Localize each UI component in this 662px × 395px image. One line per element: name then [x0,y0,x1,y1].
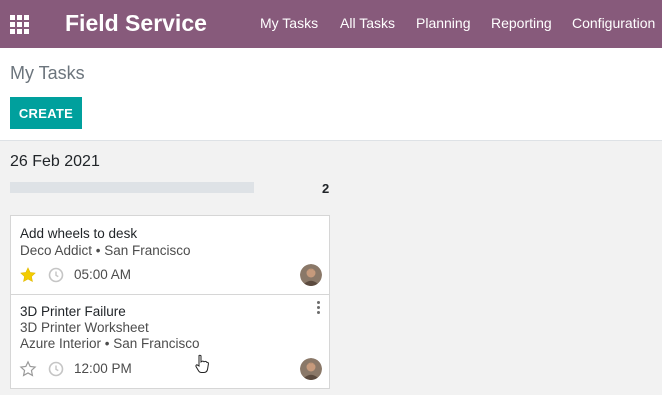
control-panel: My Tasks CREATE [0,48,662,141]
apps-grid-icon[interactable] [10,15,29,34]
star-filled-icon[interactable] [19,266,37,284]
card-menu-dots-icon[interactable] [316,301,322,315]
menu-my-tasks[interactable]: My Tasks [260,15,318,31]
star-outline-icon[interactable] [19,360,37,378]
menu-configuration[interactable]: Configuration [572,15,655,31]
column-title[interactable]: 26 Feb 2021 [10,153,100,171]
menu-all-tasks[interactable]: All Tasks [340,15,395,31]
task-customer: Deco Addict • San Francisco [20,243,191,258]
task-title: 3D Printer Failure [20,304,126,319]
clock-icon [48,361,64,377]
task-card[interactable]: 3D Printer Failure 3D Printer Worksheet … [10,294,330,389]
clock-icon [48,267,64,283]
task-customer: Azure Interior • San Francisco [20,336,200,351]
task-time: 05:00 AM [74,267,132,282]
app-brand[interactable]: Field Service [65,10,207,37]
task-title: Add wheels to desk [20,226,138,241]
menu-planning[interactable]: Planning [416,15,471,31]
menu-reporting[interactable]: Reporting [491,15,552,31]
column-progress-bar[interactable] [10,182,254,193]
create-button[interactable]: CREATE [10,97,82,129]
breadcrumb: My Tasks [10,63,85,83]
top-navbar: Field Service My Tasks All Tasks Plannin… [0,0,662,48]
task-card[interactable]: Add wheels to desk Deco Addict • San Fra… [10,215,330,295]
task-time: 12:00 PM [74,361,132,376]
user-avatar[interactable] [300,264,322,286]
column-count: 2 [322,181,330,196]
task-worksheet: 3D Printer Worksheet [20,320,149,335]
hand-pointer-cursor-icon [195,354,209,373]
user-avatar[interactable] [300,358,322,380]
